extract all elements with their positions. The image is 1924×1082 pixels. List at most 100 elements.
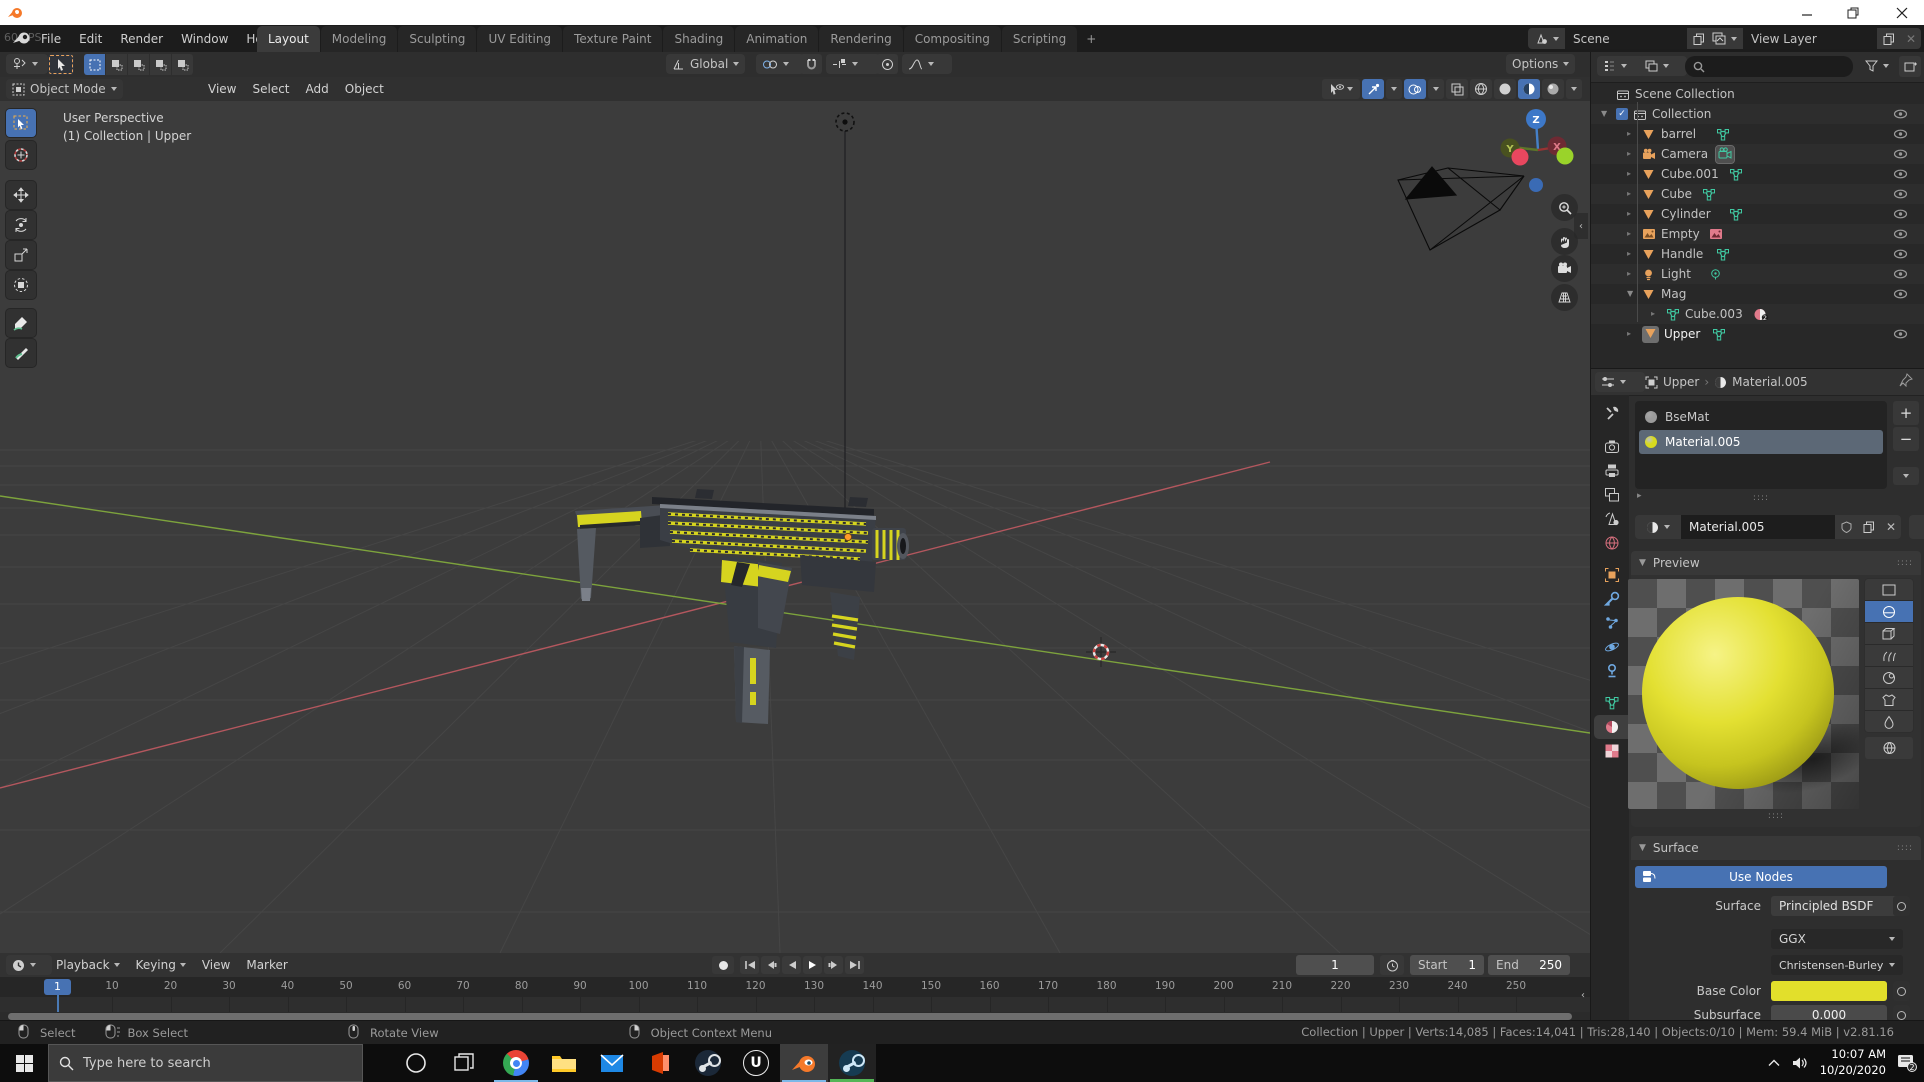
playback-sync-icon[interactable] — [1380, 955, 1404, 975]
outliner-row-cube-003[interactable]: ▸Cube.0032 — [1591, 304, 1924, 324]
timeline-menu-playback[interactable]: Playback — [48, 953, 128, 977]
hide-eye-icon[interactable] — [1893, 128, 1908, 143]
properties-tab-world[interactable] — [1594, 531, 1629, 555]
select-box-tool-button[interactable] — [48, 54, 74, 75]
gizmo-dropdown[interactable] — [1386, 79, 1402, 99]
hide-eye-icon[interactable] — [1893, 248, 1908, 263]
new-collection-icon[interactable] — [1899, 56, 1921, 77]
hide-eye-icon[interactable] — [1893, 168, 1908, 183]
hide-eye-icon[interactable] — [1893, 188, 1908, 203]
camera-view-icon[interactable] — [1551, 255, 1578, 282]
properties-tab-particles[interactable] — [1594, 611, 1629, 635]
meshdata-icon[interactable] — [1729, 208, 1743, 224]
outliner-item-label[interactable]: Empty — [1661, 227, 1700, 241]
tab-uv-editing[interactable]: UV Editing — [477, 26, 562, 52]
select-mode-set-button[interactable] — [84, 54, 105, 75]
collection-checkbox[interactable]: ✓ — [1616, 108, 1628, 120]
expander-icon[interactable]: ▸ — [1627, 149, 1631, 158]
preview-hair-button[interactable] — [1865, 645, 1913, 666]
properties-tab-output[interactable] — [1594, 459, 1629, 483]
preview-cloth-button[interactable] — [1865, 689, 1913, 710]
properties-tab-material[interactable] — [1594, 715, 1629, 739]
expander-icon[interactable]: ▸ — [1627, 209, 1631, 218]
hide-eye-icon[interactable] — [1893, 328, 1908, 343]
perspective-toggle-icon[interactable] — [1551, 284, 1578, 311]
preview-sphere-button[interactable] — [1865, 601, 1913, 622]
select-mode-invert-button[interactable] — [150, 54, 171, 75]
unlink-material-icon[interactable]: ✕ — [1881, 515, 1901, 539]
outliner-item-label[interactable]: Cube.003 — [1685, 307, 1743, 321]
blender-logo-icon[interactable] — [12, 29, 32, 50]
outliner-display-mode-dropdown[interactable] — [1597, 56, 1645, 76]
collection-icon[interactable] — [1633, 108, 1647, 124]
sidebar-collapse-arrow[interactable]: ‹ — [1574, 213, 1588, 239]
lightdata-icon[interactable] — [1709, 268, 1722, 284]
hide-eye-icon[interactable] — [1893, 148, 1908, 163]
snap-magnet-icon[interactable] — [800, 54, 822, 74]
overlays-dropdown[interactable] — [1428, 79, 1444, 99]
outliner-row-empty[interactable]: ▸Empty — [1591, 224, 1924, 244]
tray-chevron-icon[interactable] — [1762, 1044, 1786, 1082]
breadcrumb-material[interactable]: Material.005 — [1732, 375, 1807, 389]
taskbar-mail-icon[interactable] — [588, 1044, 636, 1082]
outliner-row-handle[interactable]: ▸Handle — [1591, 244, 1924, 264]
outliner-search-input[interactable] — [1685, 56, 1853, 77]
outliner-row-collection[interactable]: ▼✓Collection — [1591, 104, 1924, 124]
properties-editor-type-icon[interactable] — [1595, 372, 1645, 392]
play-reverse-button[interactable] — [782, 956, 801, 974]
shading-material-button[interactable] — [1518, 79, 1540, 99]
outliner-item-label[interactable]: Light — [1661, 267, 1691, 281]
preview-world-button[interactable] — [1865, 737, 1913, 759]
outliner-row-cube[interactable]: ▸Cube — [1591, 184, 1924, 204]
outliner-row-cube-001[interactable]: ▸Cube.001 — [1591, 164, 1924, 184]
menu-window[interactable]: Window — [172, 25, 237, 52]
frame-start-field[interactable]: Start1 — [1410, 955, 1484, 975]
browse-material-icon[interactable] — [1635, 515, 1681, 539]
subsurface-value-field[interactable]: 0.000 — [1771, 1005, 1887, 1021]
taskbar-steam-icon[interactable] — [684, 1044, 732, 1082]
properties-tab-scene[interactable] — [1594, 507, 1629, 531]
frame-end-field[interactable]: End250 — [1488, 955, 1570, 975]
expander-icon[interactable]: ▸ — [1627, 329, 1631, 338]
mesh-icon[interactable] — [1642, 208, 1655, 223]
hide-eye-icon[interactable] — [1893, 288, 1908, 303]
viewport-menu-select[interactable]: Select — [244, 77, 297, 101]
material-slot-material-005[interactable]: Material.005 — [1639, 430, 1883, 454]
breadcrumb-object[interactable]: Upper — [1663, 375, 1699, 389]
mesh-icon[interactable] — [1642, 168, 1655, 183]
outliner-item-label[interactable]: Mag — [1661, 287, 1686, 301]
expander-icon[interactable]: ▸ — [1627, 269, 1631, 278]
base-color-animate-dot[interactable] — [1893, 981, 1910, 1001]
outliner-item-label[interactable]: Cube.001 — [1661, 167, 1719, 181]
preview-shaderball-button[interactable] — [1865, 667, 1913, 688]
material-link-filter-icon[interactable] — [1909, 515, 1924, 539]
select-mode-intersect-button[interactable] — [172, 54, 193, 75]
meshdata-icon[interactable] — [1702, 188, 1716, 204]
transform-orientation-dropdown[interactable]: Global — [666, 54, 745, 74]
mode-dropdown[interactable]: Object Mode — [6, 79, 123, 99]
jump-to-end-button[interactable] — [845, 956, 864, 974]
scene-icon[interactable] — [1528, 28, 1565, 49]
properties-tab-texture[interactable] — [1594, 739, 1629, 763]
select-mode-subtract-button[interactable] — [128, 54, 149, 75]
add-workspace-button[interactable]: + — [1078, 32, 1104, 46]
mesh-icon[interactable] — [1642, 128, 1655, 143]
outliner-item-label[interactable]: Scene Collection — [1635, 87, 1735, 101]
restore-button[interactable] — [1838, 0, 1868, 25]
hide-eye-icon[interactable] — [1893, 228, 1908, 243]
shading-solid-button[interactable] — [1494, 79, 1516, 99]
minimize-button[interactable] — [1792, 0, 1822, 25]
surface-shader-button[interactable]: Principled BSDF — [1771, 896, 1903, 916]
view-layer-name-field[interactable]: View Layer — [1743, 28, 1877, 49]
close-button[interactable] — [1886, 0, 1918, 25]
timeline-scrollbar[interactable] — [8, 1013, 1572, 1020]
camera-icon[interactable] — [1642, 148, 1656, 163]
outliner-row-camera[interactable]: ▸Camera — [1591, 144, 1924, 164]
playhead-frame-badge[interactable]: 1 — [44, 979, 71, 995]
cameradata-icon[interactable] — [1716, 146, 1734, 163]
properties-tab-data[interactable] — [1594, 691, 1629, 715]
menu-file[interactable]: File — [32, 25, 70, 52]
properties-tab-physics[interactable] — [1594, 635, 1629, 659]
taskbar-search-input[interactable]: Type here to search — [48, 1044, 363, 1082]
outliner-item-label[interactable]: Handle — [1661, 247, 1703, 261]
